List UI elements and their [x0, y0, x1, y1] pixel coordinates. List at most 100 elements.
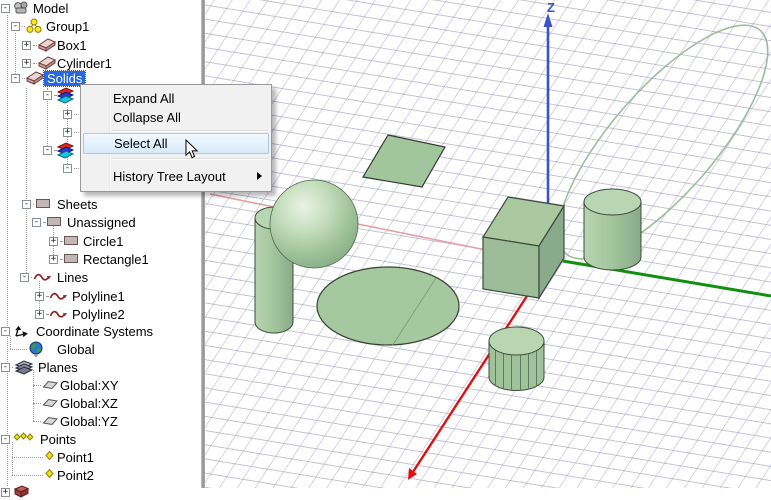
polyhedron-solid[interactable]	[489, 327, 544, 391]
tree-item-global[interactable]: Global	[57, 342, 95, 357]
tree-toggle-collapse[interactable]: -	[32, 218, 41, 227]
tree-connector-line	[60, 259, 62, 261]
tree-toggle-collapse[interactable]: -	[43, 146, 52, 155]
tree-item-lines[interactable]: Lines	[57, 270, 88, 285]
sheet-icon	[46, 214, 63, 229]
tree-toggle-collapse[interactable]: -	[1, 327, 10, 336]
tree-toggle-expand[interactable]: +	[49, 255, 58, 264]
menu-item-expand-all[interactable]: Expand All	[83, 89, 269, 108]
tree-item-circle1[interactable]: Circle1	[83, 234, 123, 249]
solid-part-icon	[26, 70, 44, 85]
tree-connector-line	[22, 26, 25, 28]
tree-toggle-collapse[interactable]: -	[63, 164, 72, 173]
sheet-icon	[63, 233, 79, 249]
app-window: { "colors":{ "selection":"#2668e0","sele…	[0, 0, 771, 488]
tree-item-polyline2[interactable]: Polyline2	[72, 307, 125, 322]
tree-toggle-collapse[interactable]: -	[22, 200, 31, 209]
coordinate-axes-icon	[12, 323, 29, 339]
tree-toggle-expand[interactable]: +	[22, 41, 31, 50]
tree-toggle-collapse[interactable]: -	[20, 273, 29, 282]
tree-connector-line	[26, 88, 28, 277]
tree-connector-line	[12, 457, 43, 459]
tree-toggle-expand[interactable]: +	[35, 292, 44, 301]
tree-item-global-yz[interactable]: Global:YZ	[60, 414, 118, 429]
sheet-icon	[63, 251, 79, 267]
tree-connector-line	[10, 349, 27, 351]
plane-icon	[42, 395, 59, 409]
globe-icon	[28, 341, 44, 357]
tree-toggle-expand[interactable]: +	[22, 59, 31, 68]
tree-item-points[interactable]: Points	[40, 432, 76, 447]
planes-icon	[14, 359, 30, 375]
tree-connector-line	[33, 421, 41, 423]
scene-canvas[interactable]: Z	[205, 0, 771, 488]
tree-toggle-collapse[interactable]: -	[1, 363, 10, 372]
tree-toggle-expand[interactable]: +	[49, 237, 58, 246]
solid-icon	[38, 55, 54, 71]
tree-connector-line	[33, 63, 37, 65]
tree-toggle-collapse[interactable]: -	[1, 4, 10, 13]
tree-connector-line	[31, 277, 32, 279]
tree-item-coordinate-systems[interactable]: Coordinate Systems	[36, 324, 153, 339]
tree-item-box1[interactable]: Box1	[57, 38, 87, 53]
group-icon	[26, 18, 42, 34]
tree-toggle-expand[interactable]: +	[35, 310, 44, 319]
tree-connector-line	[60, 241, 62, 243]
polyline-icon	[33, 269, 52, 284]
solid-icon	[38, 37, 54, 53]
tree-item-cylinder1[interactable]: Cylinder1	[57, 56, 112, 71]
tree-connector-line	[33, 204, 34, 206]
rectangle-sheet[interactable]	[363, 135, 445, 187]
box-solid[interactable]	[483, 197, 564, 298]
tree-toggle-expand[interactable]: +	[1, 488, 10, 497]
tree-item-unassigned[interactable]: Unassigned	[67, 215, 136, 230]
menu-item-history-tree-layout[interactable]: History Tree Layout	[83, 165, 269, 187]
modeler-viewport[interactable]: Z	[205, 0, 771, 488]
tree-connector-line	[43, 222, 45, 224]
tree-toggle-expand[interactable]: +	[63, 110, 72, 119]
menu-item-collapse-all[interactable]: Collapse All	[83, 108, 269, 127]
tree-connector-line	[33, 403, 41, 405]
tree-toggle-expand[interactable]: +	[63, 128, 72, 137]
stack-icon	[57, 87, 73, 103]
points-icon	[13, 431, 29, 447]
solids-stack-icon	[57, 142, 74, 159]
z-axis-label: Z	[547, 0, 555, 15]
circle-sheet[interactable]	[317, 267, 459, 346]
tree-item-rectangle1[interactable]: Rectangle1	[83, 252, 149, 267]
solids-stack-icon	[57, 87, 74, 104]
tree-item-point2[interactable]: Point2	[57, 468, 94, 483]
sheet-icon	[63, 251, 80, 266]
model-tree: -Model-Group1+Box1+Cylinder1-Solids-++--…	[0, 0, 201, 488]
panel-splitter[interactable]	[201, 0, 205, 488]
line-icon	[49, 288, 65, 304]
line-icon	[33, 269, 49, 285]
tree-connector-line	[15, 33, 17, 78]
tree-item-model[interactable]: Model	[33, 1, 68, 16]
tree-item-global-xy[interactable]: Global:XY	[60, 378, 119, 393]
solid-icon	[26, 70, 42, 86]
tree-connector-line	[46, 314, 48, 316]
tree-item-polyline1[interactable]: Polyline1	[72, 289, 125, 304]
sphere-solid[interactable]	[270, 180, 358, 268]
tree-connector-line	[22, 78, 25, 80]
polyline-icon	[49, 306, 68, 321]
menu-item-select-all[interactable]: Select All	[83, 133, 269, 154]
plane-icon	[42, 395, 58, 411]
tree-item-global-xz[interactable]: Global:XZ	[60, 396, 118, 411]
tree-toggle-collapse[interactable]: -	[11, 22, 20, 31]
tree-item-point1[interactable]: Point1	[57, 450, 94, 465]
tree-toggle-collapse[interactable]: -	[43, 91, 52, 100]
tree-toggle-collapse[interactable]: -	[1, 435, 10, 444]
tree-connector-line	[33, 385, 41, 387]
solid-part-icon	[38, 55, 56, 70]
planes-stack-icon	[14, 359, 34, 375]
points-icon	[13, 431, 34, 444]
tree-item-sheets[interactable]: Sheets	[57, 197, 97, 212]
plane-icon	[42, 377, 59, 391]
tree-item-planes[interactable]: Planes	[38, 360, 78, 375]
axes-icon	[12, 323, 28, 339]
cylinder2-solid[interactable]	[584, 189, 641, 270]
tree-toggle-collapse[interactable]: -	[11, 74, 20, 83]
tree-item-group1[interactable]: Group1	[46, 19, 89, 34]
